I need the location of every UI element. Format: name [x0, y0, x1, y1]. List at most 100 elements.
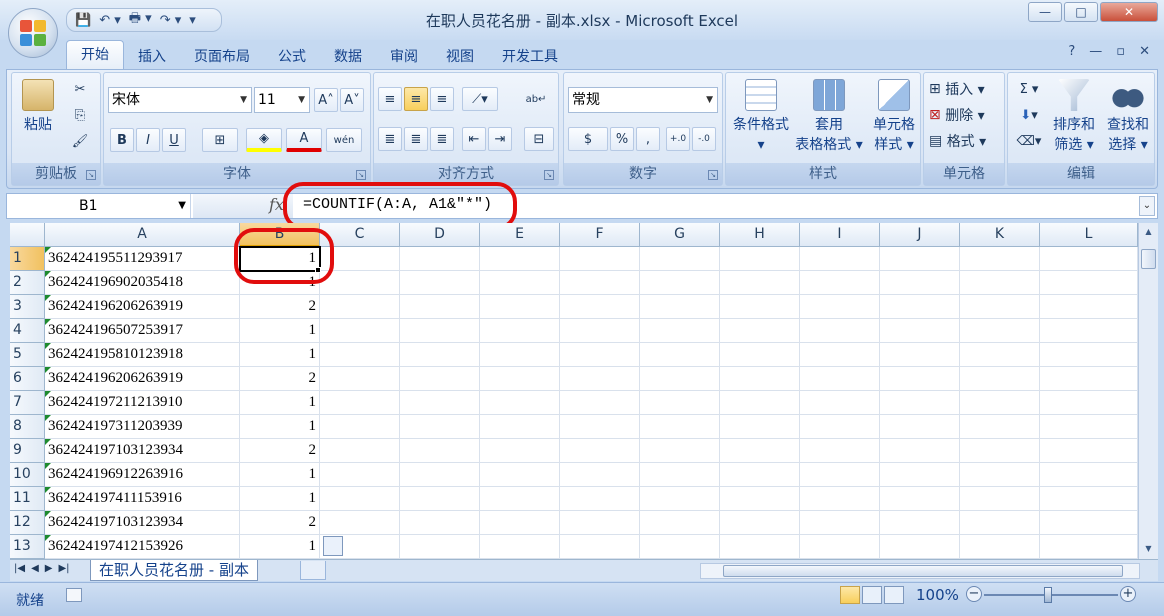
empty-cell[interactable] — [640, 319, 720, 343]
cell-styles-button[interactable]: 单元格 样式 ▾ — [866, 79, 922, 155]
empty-cell[interactable] — [960, 295, 1040, 319]
zoom-level[interactable]: 100% — [916, 586, 959, 604]
zoom-slider[interactable]: − + — [966, 585, 1136, 605]
number-launcher-icon[interactable]: ↘ — [708, 170, 718, 180]
empty-cell[interactable] — [560, 319, 640, 343]
cell-b[interactable]: 2 — [240, 295, 320, 319]
empty-cell[interactable] — [880, 535, 960, 559]
wrap-text-button[interactable]: ab↵ — [524, 87, 548, 111]
font-launcher-icon[interactable]: ↘ — [356, 170, 366, 180]
empty-cell[interactable] — [720, 463, 800, 487]
sheet-tab-active[interactable]: 在职人员花名册 - 副本 — [90, 560, 258, 581]
orientation-icon[interactable]: ⟋▾ — [462, 87, 498, 111]
cell-a[interactable]: 362424197211213910 — [45, 391, 240, 415]
empty-cell[interactable] — [400, 463, 480, 487]
fill-color-button[interactable]: ◈ — [246, 128, 282, 152]
customize-qat-icon[interactable]: ▾ — [189, 13, 196, 28]
empty-cell[interactable] — [400, 535, 480, 559]
empty-cell[interactable] — [560, 487, 640, 511]
empty-cell[interactable] — [320, 295, 400, 319]
worksheet-grid[interactable]: A B C D E F G H I J K L 1 362424195511293… — [10, 223, 1138, 559]
fill-button[interactable]: ⬇ ▾ — [1012, 103, 1046, 127]
row-header[interactable]: 13 — [10, 535, 45, 559]
bold-button[interactable]: B — [110, 128, 134, 152]
empty-cell[interactable] — [640, 415, 720, 439]
empty-cell[interactable] — [720, 415, 800, 439]
empty-cell[interactable] — [400, 295, 480, 319]
row-header[interactable]: 1 — [10, 247, 45, 271]
tab-data[interactable]: 数据 — [320, 44, 376, 70]
cell-a[interactable]: 362424196912263916 — [45, 463, 240, 487]
increase-decimal-button[interactable]: +.0 — [666, 127, 690, 151]
horizontal-scroll-thumb[interactable] — [723, 565, 1123, 577]
paste-button[interactable]: 粘贴 — [18, 79, 58, 135]
row-header[interactable]: 5 — [10, 343, 45, 367]
cell-a[interactable]: 362424196902035418 — [45, 271, 240, 295]
cell-a[interactable]: 362424196206263919 — [45, 367, 240, 391]
save-icon[interactable]: 💾 — [75, 13, 91, 28]
empty-cell[interactable] — [800, 343, 880, 367]
align-middle-icon[interactable]: ≡ — [404, 87, 428, 111]
tab-view[interactable]: 视图 — [432, 44, 488, 70]
select-all-corner[interactable] — [10, 223, 45, 247]
empty-cell[interactable] — [1040, 295, 1138, 319]
empty-cell[interactable] — [960, 535, 1040, 559]
empty-cell[interactable] — [400, 271, 480, 295]
scroll-up-icon[interactable]: ▲ — [1141, 225, 1156, 240]
redo-icon[interactable]: ↷ ▾ — [160, 13, 182, 28]
tab-review[interactable]: 审阅 — [376, 44, 432, 70]
empty-cell[interactable] — [400, 247, 480, 271]
empty-cell[interactable] — [320, 271, 400, 295]
empty-cell[interactable] — [960, 511, 1040, 535]
empty-cell[interactable] — [400, 367, 480, 391]
empty-cell[interactable] — [640, 343, 720, 367]
cell-a[interactable]: 362424197412153926 — [45, 535, 240, 559]
empty-cell[interactable] — [1040, 343, 1138, 367]
empty-cell[interactable] — [480, 511, 560, 535]
empty-cell[interactable] — [960, 319, 1040, 343]
column-header-k[interactable]: K — [960, 223, 1040, 247]
align-top-icon[interactable]: ≡ — [378, 87, 402, 111]
cell-a[interactable]: 362424195511293917 — [45, 247, 240, 271]
empty-cell[interactable] — [640, 487, 720, 511]
column-header-l[interactable]: L — [1040, 223, 1138, 247]
empty-cell[interactable] — [400, 343, 480, 367]
empty-cell[interactable] — [320, 487, 400, 511]
empty-cell[interactable] — [480, 271, 560, 295]
percent-button[interactable]: % — [610, 127, 634, 151]
tab-home[interactable]: 开始 — [66, 40, 124, 70]
empty-cell[interactable] — [320, 343, 400, 367]
empty-cell[interactable] — [800, 247, 880, 271]
empty-cell[interactable] — [320, 511, 400, 535]
empty-cell[interactable] — [480, 439, 560, 463]
name-box[interactable]: B1 ▼ — [7, 194, 191, 218]
cut-icon[interactable]: ✂ — [68, 77, 92, 101]
tab-formulas[interactable]: 公式 — [264, 44, 320, 70]
cell-a[interactable]: 362424195810123918 — [45, 343, 240, 367]
empty-cell[interactable] — [560, 271, 640, 295]
empty-cell[interactable] — [400, 511, 480, 535]
cell-b[interactable]: 2 — [240, 367, 320, 391]
minimize-button[interactable]: — — [1028, 2, 1062, 22]
empty-cell[interactable] — [880, 511, 960, 535]
sort-filter-button[interactable]: 排序和 筛选 ▾ — [1048, 79, 1100, 155]
insert-sheet-icon[interactable] — [300, 561, 326, 580]
column-header-h[interactable]: H — [720, 223, 800, 247]
empty-cell[interactable] — [400, 439, 480, 463]
auto-fill-options-icon[interactable] — [323, 536, 343, 556]
empty-cell[interactable] — [400, 415, 480, 439]
empty-cell[interactable] — [720, 487, 800, 511]
zoom-out-icon[interactable]: − — [966, 586, 982, 602]
empty-cell[interactable] — [400, 487, 480, 511]
empty-cell[interactable] — [720, 319, 800, 343]
empty-cell[interactable] — [880, 487, 960, 511]
empty-cell[interactable] — [960, 439, 1040, 463]
empty-cell[interactable] — [960, 391, 1040, 415]
empty-cell[interactable] — [720, 343, 800, 367]
empty-cell[interactable] — [800, 415, 880, 439]
cell-a[interactable]: 362424197311203939 — [45, 415, 240, 439]
decrease-decimal-button[interactable]: -.0 — [692, 127, 716, 151]
close-button[interactable]: ✕ — [1100, 2, 1158, 22]
help-icon[interactable]: ? — [1068, 44, 1075, 59]
row-header[interactable]: 3 — [10, 295, 45, 319]
